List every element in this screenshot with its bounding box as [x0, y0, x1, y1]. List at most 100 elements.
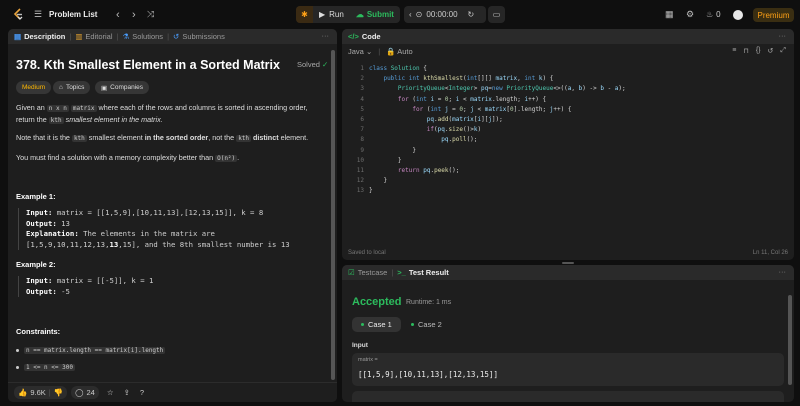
submit-button[interactable]: ☁ Submit	[350, 6, 400, 23]
problem-list-link[interactable]: Problem List	[49, 0, 97, 29]
problem-paragraph-1: Given an n x n matrix where each of the …	[16, 103, 308, 124]
tab-label: Submissions	[182, 32, 225, 41]
more-options-icon[interactable]: ···	[779, 267, 787, 276]
result-status: Accepted	[352, 296, 402, 308]
prev-problem-icon[interactable]: ‹	[116, 0, 120, 29]
tab-testcase[interactable]: ☑ Testcase	[348, 268, 387, 277]
tab-submissions[interactable]: ↺ Submissions	[173, 32, 225, 41]
settings-gear-icon[interactable]: ⚙	[686, 0, 694, 29]
line-number: 5	[360, 105, 364, 113]
code-line[interactable]: for (int j = 0; j < matrix[0].length; j+…	[369, 106, 571, 113]
code-line[interactable]: return pq.peek();	[369, 167, 459, 174]
streak-counter[interactable]: ♨ 0	[706, 0, 721, 29]
auto-mode-toggle[interactable]: 🔒 Auto	[386, 47, 412, 56]
line-number: 6	[360, 116, 364, 123]
layout-grid-icon[interactable]: ▦	[665, 0, 674, 29]
input-label: Input	[352, 342, 368, 349]
code-line[interactable]: }	[369, 147, 416, 154]
constraint-item: n == matrix.length == matrix[i].length	[16, 347, 166, 354]
code-line[interactable]: PriorityQueue<Integer> pq=new PriorityQu…	[369, 85, 626, 92]
line-number: 10	[356, 156, 364, 164]
timer-value: 00:00:00	[426, 10, 458, 19]
runtime-label: Runtime: 1 ms	[406, 299, 452, 306]
code-line[interactable]: pq.add(matrix[i][j]);	[369, 116, 503, 123]
timer-toggle[interactable]: ‹ ⊙ 00:00:00	[404, 6, 463, 23]
description-scrollbar[interactable]	[331, 50, 335, 380]
panel-resize-handle[interactable]	[562, 262, 574, 264]
streak-count: 0	[716, 10, 721, 19]
code-line[interactable]: }	[369, 187, 373, 194]
shuffle-icon[interactable]: ⤨	[147, 0, 154, 29]
premium-button[interactable]: Premium	[753, 8, 794, 22]
companies-chip[interactable]: ▣ Companies	[95, 81, 150, 94]
tab-code[interactable]: </> Code	[348, 32, 381, 41]
more-options-icon[interactable]: ···	[322, 31, 330, 40]
next-problem-icon[interactable]: ›	[132, 0, 136, 29]
star-icon[interactable]: ☆	[107, 388, 114, 397]
like-button[interactable]: 👍 9.6K | 👎	[14, 386, 68, 399]
avatar[interactable]	[733, 10, 743, 20]
code-line[interactable]: if(pq.size()>k)	[369, 126, 481, 133]
terminal-icon: >_	[397, 268, 406, 277]
bookmark-icon[interactable]: ⊓	[743, 47, 748, 55]
example-2-heading: Example 2:	[16, 260, 56, 269]
history-icon: ↺	[173, 32, 180, 41]
tab-test-result[interactable]: >_ Test Result	[397, 268, 448, 277]
save-status: Saved to local	[348, 250, 386, 256]
difficulty-badge: Medium	[16, 81, 52, 94]
note-icon[interactable]: ▭	[488, 6, 505, 23]
run-submit-group: ✱ ▶ Run ☁ Submit	[296, 6, 400, 23]
run-label: Run	[329, 10, 344, 19]
help-icon[interactable]: ?	[140, 388, 144, 397]
cloud-upload-icon: ☁	[355, 10, 364, 19]
run-button[interactable]: ▶ Run	[313, 6, 350, 23]
document-icon: ▤	[14, 32, 22, 41]
code-line[interactable]: pq.poll();	[369, 136, 477, 143]
description-panel: ▤ Description | ▥ Editorial | ⚗ Solutions |…	[8, 29, 337, 402]
code-line[interactable]: for (int i = 0; i < matrix.length; i++) …	[369, 96, 546, 103]
constraints-heading: Constraints:	[16, 327, 61, 336]
checkbox-icon: ☑	[348, 268, 355, 277]
test-result-panel: ☑ Testcase | >_ Test Result ··· Accepted R…	[342, 265, 794, 402]
format-icon[interactable]: ≡	[732, 47, 736, 55]
case-1-tab[interactable]: Case 1	[352, 317, 401, 332]
tab-description[interactable]: ▤ Description	[14, 32, 65, 41]
tab-solutions[interactable]: ⚗ Solutions	[122, 32, 163, 41]
comment-icon: ◯	[75, 388, 84, 397]
tab-editorial[interactable]: ▥ Editorial	[75, 32, 112, 41]
code-line[interactable]: }	[369, 177, 387, 184]
example-1-heading: Example 1:	[16, 192, 56, 201]
fire-icon: ♨	[706, 10, 714, 19]
code-line[interactable]: class Solution {	[369, 65, 427, 72]
top-bar: ☰ Problem List ‹ › ⤨ ✱ ▶ Run ☁ Submit ‹ ⊙ 00…	[0, 0, 800, 29]
comment-count: 24	[86, 388, 95, 397]
reset-timer-icon[interactable]: ↻	[463, 6, 480, 23]
share-icon[interactable]: ⇪	[124, 388, 130, 397]
more-options-icon[interactable]: ···	[779, 31, 787, 40]
tab-label: Testcase	[357, 268, 388, 277]
input-box-k	[352, 391, 784, 402]
language-select[interactable]: Java ⌄	[348, 47, 372, 56]
test-scrollbar[interactable]	[788, 295, 792, 385]
problem-paragraph-3: You must find a solution with a memory c…	[16, 153, 240, 162]
description-footer: 👍 9.6K | 👎 ◯ 24 ☆ ⇪ ?	[8, 382, 337, 402]
code-editor[interactable]: 1 class Solution {2 public int kthSmalles…	[342, 59, 794, 244]
comments-button[interactable]: ◯ 24	[71, 386, 99, 399]
thumbs-up-icon: 👍	[18, 388, 28, 397]
check-circle-icon: ✓	[322, 60, 329, 69]
code-line[interactable]: public int kthSmallest(int[][] matrix, i…	[369, 75, 553, 82]
code-line[interactable]: }	[369, 157, 402, 164]
like-count: 9.6K	[30, 388, 46, 397]
tab-label: Editorial	[85, 32, 113, 41]
reset-icon[interactable]: ↺	[768, 47, 774, 55]
braces-icon[interactable]: {}	[756, 47, 761, 55]
case-2-tab[interactable]: Case 2	[402, 317, 451, 332]
line-number: 2	[360, 75, 364, 83]
problem-list-icon[interactable]: ☰	[34, 0, 42, 29]
topics-chip[interactable]: ⌂ Topics	[53, 81, 91, 94]
leetcode-logo[interactable]	[13, 8, 24, 21]
fullscreen-icon[interactable]: ⤢	[780, 47, 786, 55]
code-brackets-icon: </>	[348, 32, 359, 41]
debug-icon[interactable]: ✱	[296, 6, 313, 23]
line-number: 12	[356, 177, 364, 185]
